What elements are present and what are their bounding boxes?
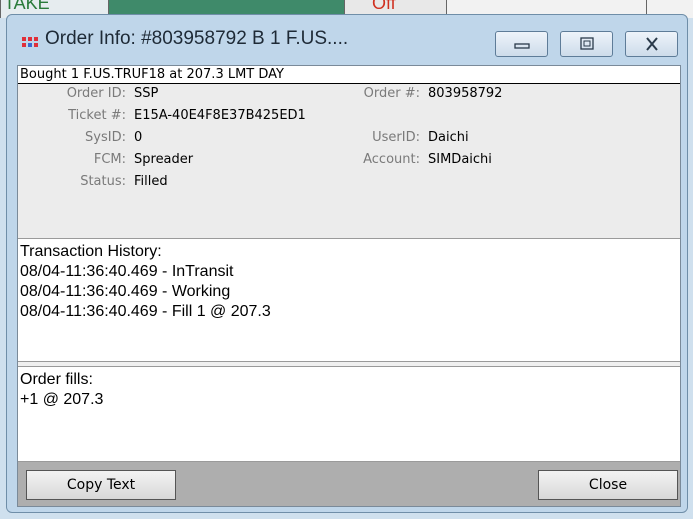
order-id-label: Order ID: [66,86,126,101]
bg-take-label: TAKE [4,0,50,13]
status-label: Status: [80,174,126,189]
userid-label: UserID: [372,130,420,145]
close-icon [645,37,658,51]
minimize-button[interactable] [495,31,548,57]
button-bar: Copy Text Close [18,462,680,506]
order-details: Order ID: SSP Order #: 803958792 Ticket … [18,84,680,240]
maximize-icon [579,37,594,50]
close-button[interactable]: Close [538,470,678,500]
order-number-value: 803958792 [428,86,503,101]
order-summary: Bought 1 F.US.TRUF18 at 207.3 LMT DAY [18,66,680,84]
account-value: SIMDaichi [428,152,492,167]
ticket-value: E15A-40E4F8E37B425ED1 [134,108,306,123]
account-label: Account: [363,152,420,167]
sysid-value: 0 [134,130,143,145]
order-id-value: SSP [134,86,159,101]
order-fills-panel[interactable]: Order fills: +1 @ 207.3 [18,366,680,462]
fcm-value: Spreader [134,152,194,167]
fcm-label: FCM: [93,152,126,167]
grid-app-icon [22,37,38,47]
copy-text-button[interactable]: Copy Text [26,470,176,500]
history-entry: 08/04-11:36:40.469 - InTransit [20,263,234,280]
ticket-label: Ticket #: [68,108,126,123]
order-number-label: Order #: [363,86,420,101]
bg-off-label: Off [372,0,396,13]
close-window-button[interactable] [625,31,678,57]
fills-title: Order fills: [20,371,93,388]
sysid-label: SysID: [85,130,126,145]
maximize-button[interactable] [560,31,613,57]
history-entry: 08/04-11:36:40.469 - Working [20,283,231,300]
history-entry: 08/04-11:36:40.469 - Fill 1 @ 207.3 [20,303,271,320]
fill-entry: +1 @ 207.3 [20,391,104,408]
minimize-icon [513,43,530,49]
title-bar[interactable]: Order Info: #803958792 B 1 F.US.... [7,15,687,65]
userid-value: Daichi [428,130,469,145]
history-title: Transaction History: [20,243,162,260]
status-value: Filled [134,174,168,189]
transaction-history-panel[interactable]: Transaction History: 08/04-11:36:40.469 … [18,238,680,362]
client-area: Bought 1 F.US.TRUF18 at 207.3 LMT DAY Or… [17,65,681,507]
order-info-window: Order Info: #803958792 B 1 F.US.... Boug… [6,14,688,513]
window-title: Order Info: #803958792 B 1 F.US.... [45,28,349,49]
